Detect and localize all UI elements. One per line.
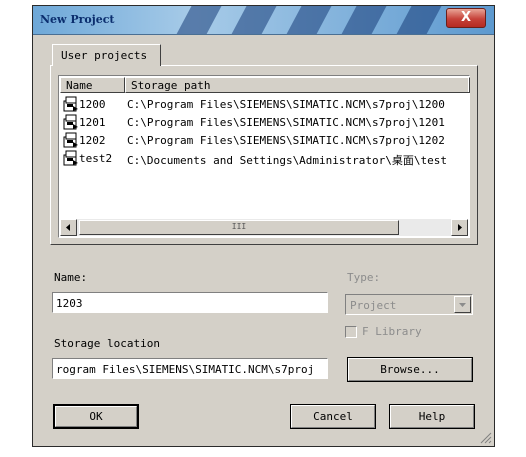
title-stripe [392, 6, 444, 34]
scroll-thumb[interactable]: III [79, 220, 399, 235]
project-path: C:\Program Files\SIEMENS\SIMATIC.NCM\s7p… [127, 116, 445, 129]
name-label: Name: [54, 271, 88, 284]
title-stripe [227, 6, 279, 34]
library-label: F Library [362, 325, 422, 338]
window-title: New Project [40, 13, 115, 26]
type-dropdown-button[interactable] [454, 296, 471, 313]
library-checkbox[interactable] [345, 326, 357, 338]
storage-location-value: rogram Files\SIEMENS\SIMATIC.NCM\s7proj [56, 363, 315, 376]
project-name: 1202 [79, 134, 106, 147]
project-path: C:\Program Files\SIEMENS\SIMATIC.NCM\s7p… [127, 134, 445, 147]
browse-button[interactable]: Browse... [347, 357, 473, 382]
column-header-storage-path[interactable]: Storage path [125, 77, 470, 93]
tab-user-projects[interactable]: User projects [52, 44, 161, 66]
tab-label: User projects [61, 49, 148, 62]
type-label: Type: [347, 271, 381, 284]
close-icon: X [460, 10, 472, 25]
cancel-button[interactable]: Cancel [290, 404, 376, 429]
title-stripe [282, 6, 334, 34]
project-name: 1201 [79, 116, 106, 129]
project-path: C:\Documents and Settings\Administrator\… [127, 154, 448, 167]
close-button[interactable]: X [446, 8, 486, 28]
column-header-label: Storage path [131, 79, 211, 92]
project-icon [63, 96, 78, 112]
project-path: C:\Program Files\SIEMENS\SIMATIC.NCM\s7p… [127, 98, 445, 111]
name-field-value: 1203 [56, 297, 83, 310]
title-stripe [172, 6, 224, 34]
column-header-name[interactable]: Name [60, 77, 125, 93]
chevron-down-icon [459, 303, 466, 307]
project-list[interactable]: Name Storage path 1200 C:\Program Files\… [58, 75, 470, 238]
help-button-label: Help [418, 410, 446, 423]
project-icon [63, 114, 78, 130]
name-field[interactable]: 1203 [52, 292, 328, 313]
type-select[interactable]: Project [345, 294, 473, 315]
ok-button[interactable]: OK [53, 404, 139, 429]
project-icon [63, 150, 78, 166]
arrow-right-icon [458, 224, 462, 231]
new-project-dialog: New Project X User projects Name Storage… [32, 5, 495, 447]
scroll-right-button[interactable] [451, 219, 468, 236]
ok-button-label: OK [89, 410, 103, 423]
project-name: 1200 [79, 98, 106, 111]
browse-button-label: Browse... [380, 363, 440, 376]
title-stripe [337, 6, 389, 34]
list-header: Name Storage path [60, 77, 470, 93]
title-bar[interactable]: New Project X [33, 6, 494, 35]
scroll-left-button[interactable] [60, 219, 77, 236]
help-button[interactable]: Help [389, 404, 475, 429]
resize-grip-icon[interactable] [480, 432, 492, 444]
grip-icon: III [231, 222, 247, 231]
project-icon [63, 132, 78, 148]
type-select-value: Project [350, 299, 397, 312]
horizontal-scrollbar[interactable]: III [60, 219, 468, 236]
arrow-left-icon [66, 224, 70, 231]
column-header-label: Name [66, 79, 93, 92]
storage-location-label: Storage location [54, 337, 160, 350]
storage-location-field[interactable]: rogram Files\SIEMENS\SIMATIC.NCM\s7proj [52, 358, 328, 379]
project-name: test2 [79, 152, 113, 165]
cancel-button-label: Cancel [313, 410, 353, 423]
